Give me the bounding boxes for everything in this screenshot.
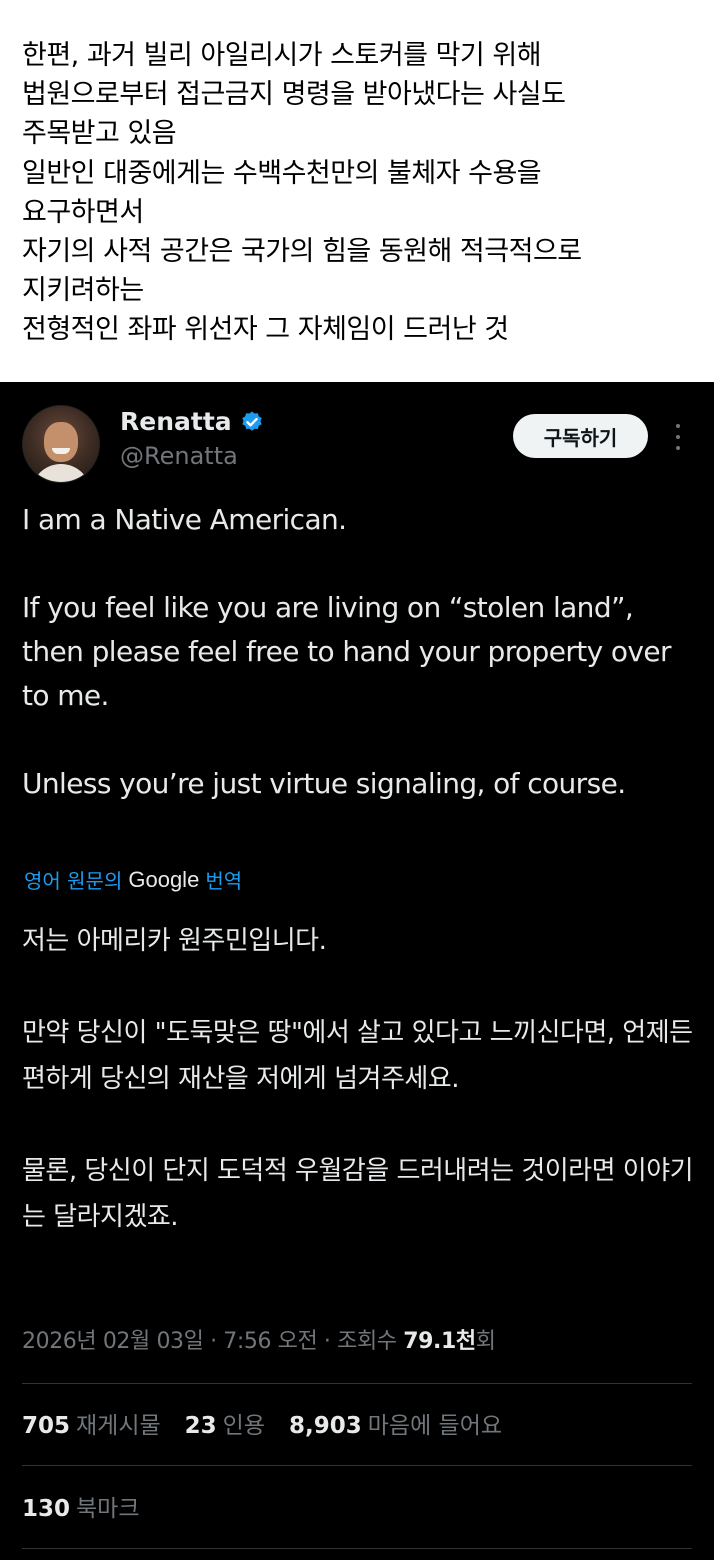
translation-attribution[interactable]: 영어 원문의 Google 번역 [24, 865, 242, 894]
tweet-body-original: I am a Native American. If you feel like… [22, 498, 702, 806]
author-name-row[interactable]: Renatta [120, 407, 264, 436]
author-name[interactable]: Renatta [120, 407, 232, 436]
bookmarks-count: 130 [22, 1496, 71, 1522]
divider [22, 1383, 692, 1384]
tweet-paragraph: 만약 당신이 "도둑맞은 땅"에서 살고 있다고 느끼신다면, 언제든 편하게 … [22, 1018, 693, 1094]
tweet-paragraph: If you feel like you are living on “stol… [22, 591, 672, 712]
caption-line: 주목받고 있음 [22, 118, 177, 150]
avatar[interactable] [22, 405, 100, 483]
verified-badge-icon [241, 411, 262, 431]
subscribe-button[interactable]: 구독하기 [513, 414, 648, 458]
avatar-face [44, 422, 78, 462]
tweet-body-translated: 저는 아메리카 원주민입니다. 만약 당신이 "도둑맞은 땅"에서 살고 있다고… [22, 918, 702, 1240]
caption-line: 지키려하는 [22, 275, 144, 307]
translation-prefix[interactable]: 영어 원문의 [24, 865, 122, 894]
caption-line: 한편, 과거 빌리 아일리시가 스토커를 막기 위해 [22, 40, 542, 71]
likes-stat[interactable]: 8,903 마음에 들어요 [289, 1406, 502, 1440]
likes-count: 8,903 [289, 1413, 362, 1439]
caption-line: 전형적인 좌파 위선자 그 자체임이 드러난 것 [22, 314, 509, 346]
likes-label: 마음에 들어요 [367, 1413, 503, 1439]
reposts-count: 705 [22, 1413, 71, 1439]
bookmarks-label: 북마크 [76, 1496, 140, 1522]
tweet-paragraph: Unless you’re just virtue signaling, of … [22, 767, 626, 800]
google-logo: Google [128, 866, 200, 892]
author-handle[interactable]: @Renatta [120, 442, 238, 470]
quotes-label: 인용 [222, 1413, 265, 1439]
bookmarks-stat[interactable]: 130 북마크 [22, 1489, 140, 1523]
caption-line: 법원으로부터 접근금지 명령을 받아냈다는 사실도 [22, 79, 566, 111]
caption-block: 한편, 과거 빌리 아일리시가 스토커를 막기 위해 법원으로부터 접근금지 명… [0, 0, 714, 382]
tweet-meta: 2026년 02월 03일 · 7:56 오전 · 조회수 79.1천회 [22, 1323, 496, 1355]
quotes-count: 23 [184, 1413, 217, 1439]
caption-line: 일반인 대중에게는 수백수천만의 불체자 수용을 [22, 157, 542, 189]
divider [22, 1548, 692, 1549]
more-options-icon[interactable] [668, 424, 688, 450]
caption-line: 요구하면서 [22, 196, 144, 228]
translation-suffix[interactable]: 번역 [205, 865, 242, 894]
caption-line: 자기의 사적 공간은 국가의 힘을 동원해 적극적으로 [22, 236, 582, 268]
reposts-stat[interactable]: 705 재게시물 [22, 1406, 161, 1440]
tweet-paragraph: 저는 아메리카 원주민입니다. [22, 926, 327, 956]
divider [22, 1465, 692, 1466]
view-count: 79.1천 [403, 1329, 476, 1354]
tweet-timestamp[interactable]: 2026년 02월 03일 · 7:56 오전 · 조회수 [22, 1329, 403, 1354]
reposts-label: 재게시물 [76, 1413, 161, 1439]
quotes-stat[interactable]: 23 인용 [185, 1406, 265, 1440]
tweet-paragraph: 물론, 당신이 단지 도덕적 우월감을 드러내려는 것이라면 이야기는 달라지겠… [22, 1156, 694, 1232]
engagement-stats: 705 재게시물 23 인용 8,903 마음에 들어요 [22, 1406, 502, 1440]
view-count-suffix: 회 [475, 1329, 496, 1354]
tweet-paragraph: I am a Native American. [22, 503, 347, 536]
avatar-shirt [31, 464, 91, 482]
